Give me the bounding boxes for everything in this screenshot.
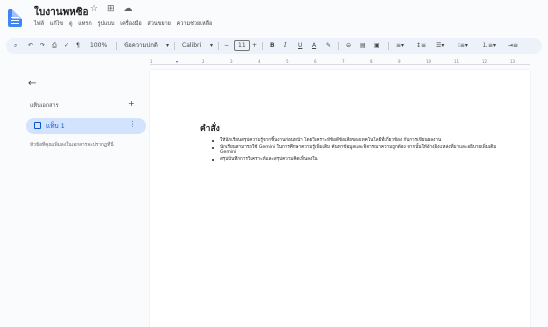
- back-arrow-icon[interactable]: ←: [28, 78, 36, 89]
- paint-format-icon[interactable]: ¶: [76, 38, 80, 54]
- spellcheck-icon[interactable]: ✓: [64, 38, 69, 54]
- more-options-icon[interactable]: ⋮: [129, 120, 136, 128]
- menu-file[interactable]: ไฟล์: [34, 21, 44, 27]
- title-bar: ใบงานพหซิอ ☆ ⊞ ☁ ไฟล์ แก้ไข ดู แทรก รูปแ…: [0, 0, 548, 36]
- document-tabs-label: แท็บเอกสาร: [30, 103, 59, 109]
- decrease-font-size-icon[interactable]: −: [224, 38, 229, 54]
- menu-edit[interactable]: แก้ไข: [50, 21, 63, 27]
- menu-extensions[interactable]: ส่วนขยาย: [147, 21, 171, 27]
- toolbar-divider: [218, 42, 219, 50]
- align-icon[interactable]: ≡▾: [396, 38, 404, 54]
- bold-icon[interactable]: B: [270, 38, 275, 54]
- tab-item-1[interactable]: แท็บ 1 ⋮: [26, 118, 146, 134]
- style-select[interactable]: ข้อความปกติ: [124, 38, 158, 54]
- print-icon[interactable]: ⎙: [52, 38, 57, 54]
- menu-tools[interactable]: เครื่องมือ: [120, 21, 141, 27]
- outline-hint: หัวข้อที่คุณเพิ่มลงในเอกสารจะปรากฏที่นี่: [30, 143, 114, 148]
- toolbar-divider: [116, 42, 117, 50]
- numbered-list-icon[interactable]: ⒈≡▾: [482, 38, 496, 54]
- toolbar-divider: [388, 42, 389, 50]
- font-select[interactable]: Calibri: [182, 38, 201, 54]
- highlight-color-icon[interactable]: ✎: [326, 38, 331, 54]
- add-comment-icon[interactable]: ▤: [360, 38, 366, 54]
- style-dropdown-icon[interactable]: ▾: [166, 38, 169, 54]
- font-size-value: 11: [234, 40, 250, 51]
- font-size-field[interactable]: 11: [234, 38, 250, 54]
- bullet-list: ให้นักเรียนสรุปความรู้จากชิ้นงานก่อนหน้า…: [210, 138, 510, 163]
- menu-insert[interactable]: แทรก: [78, 21, 91, 27]
- menu-help[interactable]: ความช่วยเหลือ: [177, 21, 213, 27]
- docs-logo-icon[interactable]: [8, 9, 22, 27]
- move-folder-icon[interactable]: ⊞: [107, 4, 115, 14]
- horizontal-ruler[interactable]: 1 ▾ 2 3 4 5 6 7 8 9 10 11 12 13: [150, 58, 530, 66]
- italic-icon[interactable]: I: [284, 38, 286, 54]
- menu-format[interactable]: รูปแบบ: [97, 21, 114, 27]
- indent-icon[interactable]: ⇥≡: [508, 38, 518, 54]
- insert-link-icon[interactable]: ⊖: [346, 38, 351, 54]
- tab-label: แท็บ 1: [46, 122, 65, 130]
- font-dropdown-icon[interactable]: ▾: [210, 38, 213, 54]
- search-menus-icon[interactable]: ⌕: [14, 38, 17, 54]
- underline-icon[interactable]: U: [298, 38, 302, 54]
- checklist-icon[interactable]: ☰▾: [436, 38, 444, 54]
- toolbar-divider: [338, 42, 339, 50]
- document-tabs-sidebar: ← แท็บเอกสาร + แท็บ 1 ⋮ หัวข้อที่คุณเพิ่…: [0, 66, 150, 327]
- menu-bar: ไฟล์ แก้ไข ดู แทรก รูปแบบ เครื่องมือ ส่ว…: [34, 20, 216, 28]
- star-icon[interactable]: ☆: [90, 4, 98, 14]
- increase-font-size-icon[interactable]: +: [252, 38, 257, 54]
- document-heading: คำสั่ง: [200, 124, 220, 134]
- insert-image-icon[interactable]: ▣: [374, 38, 380, 54]
- list-item: สรุปบันทึกการวิเคราะห์และสรุปความคิดเห็น…: [210, 157, 510, 163]
- document-page[interactable]: คำสั่ง ให้นักเรียนสรุปความรู้จากชิ้นงานก…: [150, 70, 530, 327]
- text-color-icon[interactable]: A: [312, 38, 316, 54]
- line-spacing-icon[interactable]: ↕≡: [416, 38, 426, 54]
- add-tab-icon[interactable]: +: [128, 99, 135, 108]
- document-title[interactable]: ใบงานพหซิอ: [34, 5, 89, 20]
- tab-icon: [34, 122, 41, 129]
- zoom-select[interactable]: 100%: [90, 38, 107, 54]
- bulleted-list-icon[interactable]: ⁝≡▾: [458, 38, 468, 54]
- toolbar-divider: [174, 42, 175, 50]
- list-item: ให้นักเรียนสรุปความรู้จากชิ้นงานก่อนหน้า…: [210, 138, 510, 144]
- redo-icon[interactable]: ↷: [40, 38, 45, 54]
- cloud-status-icon[interactable]: ☁: [123, 4, 132, 14]
- toolbar: ⌕ ↶ ↷ ⎙ ✓ ¶ 100% ข้อความปกติ ▾ Calibri ▾…: [6, 38, 542, 54]
- undo-icon[interactable]: ↶: [28, 38, 33, 54]
- toolbar-divider: [262, 42, 263, 50]
- list-item: นักเรียนสามารถใช้ Gemini ในการศึกษาความร…: [210, 145, 510, 156]
- title-icons: ☆ ⊞ ☁: [90, 4, 138, 14]
- menu-view[interactable]: ดู: [69, 21, 73, 27]
- ruler-baseline: [150, 64, 530, 65]
